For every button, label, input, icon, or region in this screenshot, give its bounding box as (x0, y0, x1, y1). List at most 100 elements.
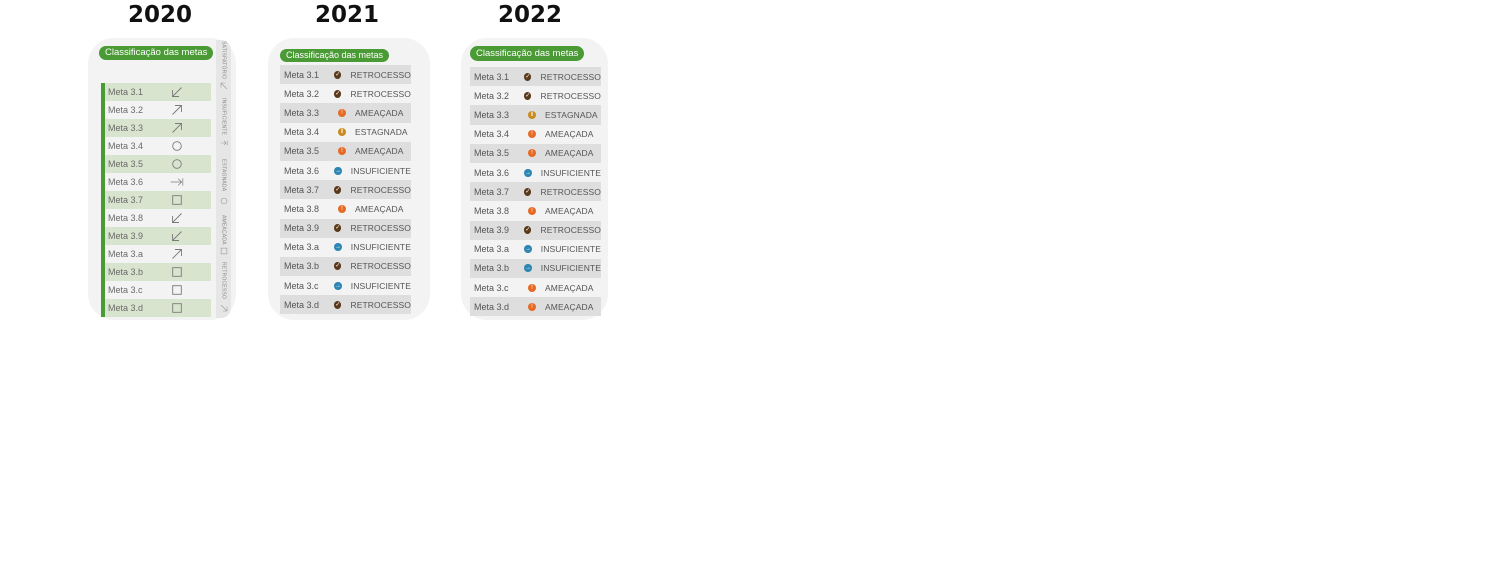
status-retrocesso-icon: ✓ (334, 185, 342, 194)
square-icon (170, 301, 184, 315)
legend-label: AMEAÇADA (220, 215, 227, 245)
status-label: RETROCESSO (540, 225, 601, 236)
year-heading-2021: 2021 (314, 2, 379, 28)
goal-row-2021: Meta 3.5! AMEAÇADA (280, 141, 411, 161)
goal-label: Meta 3.a (284, 242, 320, 253)
status-label: RETROCESSO (540, 71, 601, 82)
status-retrocesso-icon: ✓ (524, 226, 532, 235)
goal-label: Meta 3.2 (474, 90, 510, 101)
arrow-up-right-icon (170, 247, 184, 261)
arrow-down-left-icon (170, 85, 184, 99)
classification-badge-2021: Classificação das metas (280, 49, 390, 62)
goal-row-2021: Meta 3.b ✓ RETROCESSO (280, 256, 411, 277)
goal-row-2021: Meta 3.1 ✓ RETROCESSO (280, 65, 411, 85)
goal-row-2022: Meta 3.6 → INSUFICIENTE (470, 163, 601, 182)
goal-label: Meta 3.8 (474, 205, 510, 216)
status-retrocesso-icon: ✓ (524, 91, 532, 100)
status-retrocesso-icon: ✓ (524, 187, 532, 196)
goal-row-2020: Meta 3.c (105, 281, 211, 299)
goal-row-2022: Meta 3.8! AMEAÇADA (470, 201, 601, 220)
status-ameacada-icon: ! (528, 206, 536, 215)
goal-row-2021: Meta 3.9 ✓ RETROCESSO (280, 218, 411, 238)
status-label: ESTAGNADA (545, 109, 598, 120)
square-icon (170, 193, 184, 207)
goal-row-2020: Meta 3.8 (105, 209, 211, 227)
goal-row-2022: Meta 3.d! AMEAÇADA (470, 297, 601, 317)
status-insuficiente-icon: → (524, 264, 532, 273)
status-label: AMEAÇADA (545, 301, 594, 312)
status-retrocesso-icon: ✓ (334, 224, 342, 233)
goal-label: Meta 3.3 (284, 107, 320, 118)
goal-label: Meta 3.1 (474, 71, 510, 82)
status-insuficiente-icon: → (334, 281, 342, 290)
status-label: AMEAÇADA (545, 129, 594, 140)
legend-label: ESTAGNADA (220, 158, 227, 192)
goal-row-2022: Meta 3.a → INSUFICIENTE (470, 240, 601, 259)
status-estagnada-icon: ‖ (528, 110, 536, 119)
square-icon (170, 265, 184, 279)
goal-row-2020: Meta 3.6 (105, 173, 211, 191)
status-label: RETROCESSO (540, 186, 601, 197)
legend-label: INSUFICIENTE (220, 98, 227, 136)
goal-row-2022: Meta 3.3 ‖ ESTAGNADA (470, 105, 601, 125)
status-label: RETROCESSO (350, 299, 411, 310)
status-label: INSUFICIENTE (540, 263, 601, 274)
goal-label: Meta 3.a (108, 249, 144, 259)
goal-label: Meta 3.3 (108, 123, 144, 133)
status-label: RETROCESSO (350, 69, 411, 80)
goal-label: Meta 3.d (108, 303, 144, 313)
status-ameacada-icon: ! (338, 108, 346, 117)
status-retrocesso-icon: ✓ (334, 89, 342, 98)
arrow-right-bar-icon (170, 175, 184, 189)
arrow-down-right-icon (216, 302, 231, 314)
goals-list-2020: Meta 3.1 Meta 3.2 Meta 3.3 Meta 3.4 Meta 3.5… (101, 83, 211, 317)
goal-label: Meta 3.4 (474, 129, 510, 140)
status-ameacada-icon: ! (338, 147, 346, 156)
goal-row-2022: Meta 3.9 ✓ RETROCESSO (470, 220, 601, 240)
arrow-up-right-icon (170, 103, 184, 117)
goal-label: Meta 3.b (108, 267, 144, 277)
goal-row-2020: Meta 3.2 (105, 101, 211, 119)
status-ameacada-icon: ! (528, 130, 536, 139)
status-label: AMEAÇADA (355, 107, 404, 118)
status-label: AMEAÇADA (545, 205, 594, 216)
goal-label: Meta 3.a (474, 244, 510, 255)
status-insuficiente-icon: → (524, 168, 532, 177)
goal-row-2022: Meta 3.c! AMEAÇADA (470, 278, 601, 297)
goal-label: Meta 3.d (284, 299, 320, 310)
status-label: INSUFICIENTE (540, 244, 601, 255)
goal-label: Meta 3.9 (108, 231, 144, 241)
goal-row-2020: Meta 3.9 (105, 227, 211, 245)
status-label: INSUFICIENTE (350, 165, 411, 176)
status-estagnada-icon: ‖ (338, 128, 346, 137)
goal-label: Meta 3.7 (108, 195, 144, 205)
legend-label: RETROCESSO (220, 261, 227, 299)
goal-row-2022: Meta 3.7 ✓ RETROCESSO (470, 182, 601, 202)
classification-badge-2020: Classificação das metas (99, 46, 214, 60)
status-ameacada-icon: ! (338, 204, 346, 213)
goal-label: Meta 3.d (474, 301, 510, 312)
goal-row-2021: Meta 3.4 ‖ ESTAGNADA (280, 123, 411, 142)
status-retrocesso-icon: ✓ (524, 72, 532, 81)
status-label: AMEAÇADA (355, 203, 404, 214)
status-label: INSUFICIENTE (540, 167, 601, 178)
status-label: INSUFICIENTE (350, 242, 411, 253)
goal-row-2022: Meta 3.1 ✓ RETROCESSO (470, 67, 601, 87)
arrow-down-left-icon (170, 211, 184, 225)
goals-list-2022: Meta 3.1 ✓ RETROCESSO Meta 3.2 ✓ RETROCESSO Me… (470, 67, 601, 317)
status-retrocesso-icon: ✓ (334, 70, 342, 79)
goal-row-2021: Meta 3.3! AMEAÇADA (280, 103, 411, 123)
goal-label: Meta 3.8 (284, 203, 320, 214)
goal-row-2020: Meta 3.4 (105, 137, 211, 155)
goal-label: Meta 3.6 (108, 177, 144, 187)
square-icon (170, 283, 184, 297)
goal-label: Meta 3.9 (474, 225, 510, 236)
year-heading-2022: 2022 (497, 2, 562, 28)
status-ameacada-icon: ! (528, 283, 536, 292)
status-label: ESTAGNADA (355, 127, 408, 138)
goal-label: Meta 3.7 (474, 186, 510, 197)
arrow-right-icon (216, 137, 231, 149)
goal-row-2022: Meta 3.b → INSUFICIENTE (470, 258, 601, 279)
goal-row-2021: Meta 3.2 ✓ RETROCESSO (280, 84, 411, 103)
goal-label: Meta 3.4 (108, 141, 144, 151)
